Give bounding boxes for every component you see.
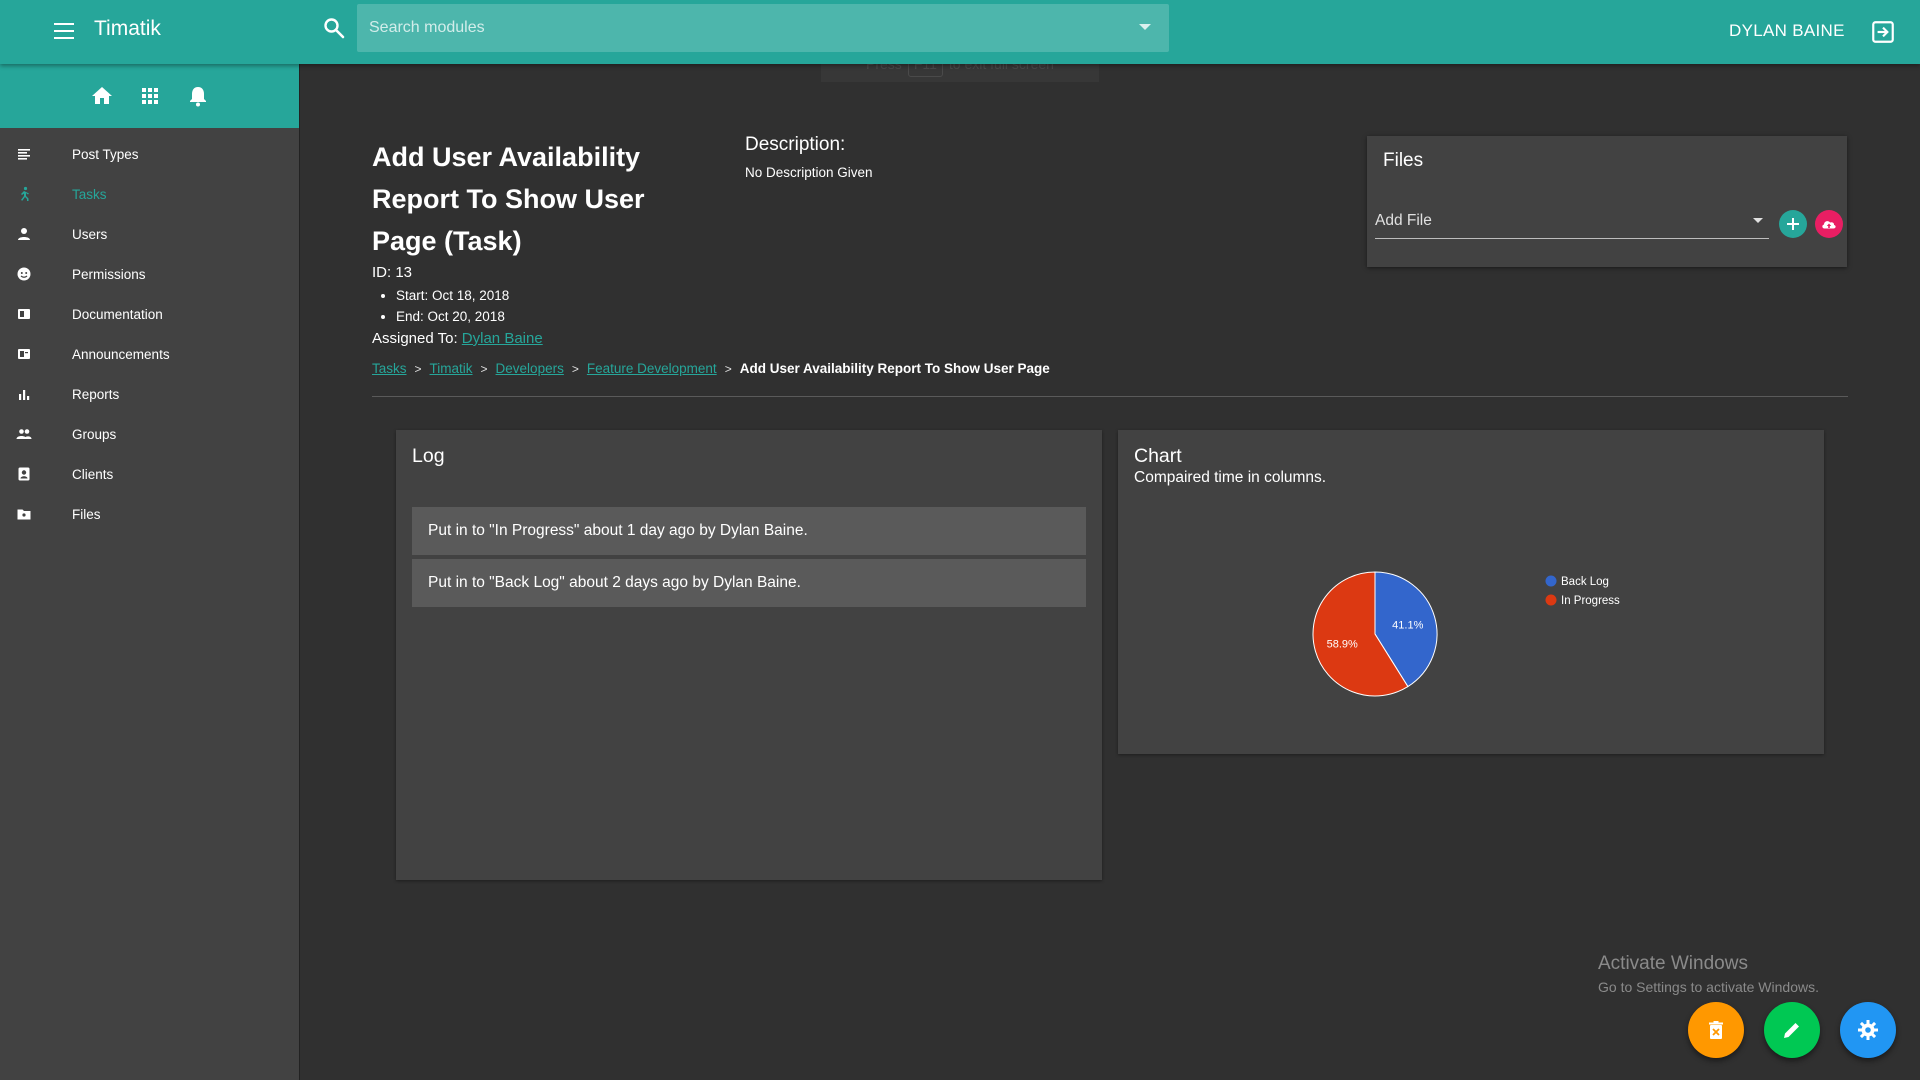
- sidebar-item-label: Post Types: [72, 146, 139, 162]
- breadcrumb-separator: >: [724, 361, 732, 376]
- cloud-upload-icon: [1822, 221, 1836, 229]
- log-entry[interactable]: Put in to "Back Log" about 2 days ago by…: [412, 559, 1086, 607]
- top-app-bar: Timatik DYLAN BAINE: [0, 0, 1920, 64]
- files-title: Files: [1383, 150, 1424, 171]
- group-icon: [16, 429, 32, 439]
- log-entry[interactable]: Put in to "In Progress" about 1 day ago …: [412, 507, 1086, 555]
- upload-file-button[interactable]: [1815, 210, 1843, 238]
- task-dates: Start: Oct 18, 2018 End: Oct 20, 2018: [372, 285, 509, 327]
- description-label: Description:: [745, 134, 846, 155]
- sidebar-nav: Post Types Tasks Users Permissions Docum…: [0, 128, 299, 534]
- pie-slice-label: 58.9%: [1327, 638, 1358, 650]
- plus-icon: [1787, 218, 1799, 230]
- book-icon: [18, 309, 30, 319]
- breadcrumb-link-tasks[interactable]: Tasks: [372, 361, 407, 376]
- sidebar-item-label: Files: [72, 506, 101, 522]
- log-title: Log: [412, 445, 445, 467]
- delete-icon: [1709, 1021, 1723, 1039]
- dropdown-icon[interactable]: [1139, 24, 1151, 30]
- bell-icon[interactable]: [186, 84, 210, 108]
- task-id: ID: 13: [372, 264, 413, 281]
- chart-card: Chart Compaired time in columns. 41.1% Ba…: [1118, 430, 1824, 754]
- sidebar-item-permissions[interactable]: Permissions: [0, 254, 299, 294]
- sidebar-item-label: Documentation: [72, 306, 163, 322]
- legend-label[interactable]: Back Log: [1561, 576, 1609, 588]
- sidebar-item-announcements[interactable]: Announcements: [0, 334, 299, 374]
- sidebar-item-label: Tasks: [72, 186, 107, 202]
- running-person-icon: [21, 186, 29, 201]
- legend-label[interactable]: In Progress: [1561, 595, 1620, 607]
- search-icon: [324, 18, 345, 39]
- assigned-to: Assigned To: Dylan Baine: [372, 330, 543, 347]
- edit-task-button[interactable]: [1764, 1002, 1820, 1058]
- home-icon[interactable]: [90, 84, 114, 108]
- bar-chart-icon: [19, 390, 30, 400]
- sidebar-item-label: Users: [72, 226, 108, 242]
- add-file-select[interactable]: Add File: [1375, 206, 1769, 239]
- delete-task-button[interactable]: [1688, 1002, 1744, 1058]
- gear-icon: [1858, 1020, 1878, 1040]
- logout-icon[interactable]: [1870, 19, 1896, 45]
- announcement-icon: [18, 349, 30, 359]
- sidebar-item-tasks[interactable]: Tasks: [0, 174, 299, 214]
- assigned-user-link[interactable]: Dylan Baine: [462, 330, 543, 347]
- breadcrumb-link-developers[interactable]: Developers: [496, 361, 564, 376]
- add-file-button[interactable]: [1779, 210, 1807, 238]
- assigned-label: Assigned To:: [372, 330, 458, 347]
- search-box: [357, 4, 1169, 52]
- sidebar-item-documentation[interactable]: Documentation: [0, 294, 299, 334]
- description-value: No Description Given: [745, 165, 873, 180]
- contact-icon: [18, 467, 30, 481]
- watermark-title: Activate Windows: [1598, 953, 1748, 974]
- files-card: Files Add File: [1367, 136, 1847, 267]
- search-input[interactable]: [357, 4, 1121, 52]
- task-settings-button[interactable]: [1840, 1002, 1896, 1058]
- sidebar-item-users[interactable]: Users: [0, 214, 299, 254]
- legend-marker: [1545, 594, 1557, 606]
- sidebar-item-label: Reports: [72, 386, 120, 402]
- menu-icon[interactable]: [50, 18, 78, 46]
- sidebar-item-groups[interactable]: Groups: [0, 414, 299, 454]
- folder-icon: [17, 509, 31, 520]
- sidebar-item-post-types[interactable]: Post Types: [0, 134, 299, 174]
- breadcrumb: Tasks > Timatik > Developers > Feature D…: [372, 361, 1050, 376]
- task-end-date: End: Oct 20, 2018: [396, 306, 509, 327]
- task-start-date: Start: Oct 18, 2018: [396, 285, 509, 306]
- add-file-placeholder: Add File: [1375, 212, 1432, 229]
- sidebar-quick-actions: [0, 64, 299, 128]
- face-icon: [17, 267, 31, 281]
- app-title[interactable]: Timatik: [94, 17, 161, 41]
- user-name[interactable]: DYLAN BAINE: [1729, 21, 1845, 41]
- legend-marker: [1545, 575, 1557, 587]
- main-content: Add User Availability Report To Show Use…: [300, 64, 1920, 1080]
- divider: [372, 396, 1848, 397]
- chevron-down-icon: [1753, 218, 1763, 223]
- sidebar-item-clients[interactable]: Clients: [0, 454, 299, 494]
- person-icon: [18, 228, 30, 240]
- watermark-subtitle: Go to Settings to activate Windows.: [1598, 979, 1819, 995]
- pencil-icon: [1784, 1023, 1799, 1038]
- sidebar-item-label: Groups: [72, 426, 117, 442]
- breadcrumb-current: Add User Availability Report To Show Use…: [739, 361, 1050, 376]
- breadcrumb-separator: >: [414, 361, 422, 376]
- sidebar-item-reports[interactable]: Reports: [0, 374, 299, 414]
- pie-slice-label: 41.1%: [1392, 620, 1423, 632]
- sidebar: Post Types Tasks Users Permissions Docum…: [0, 64, 300, 1080]
- task-title: Add User Availability Report To Show Use…: [372, 142, 645, 256]
- apps-grid-icon[interactable]: [138, 84, 162, 108]
- sidebar-item-label: Clients: [72, 466, 114, 482]
- breadcrumb-link-feature-development[interactable]: Feature Development: [587, 361, 717, 376]
- log-list: Put in to "In Progress" about 1 day ago …: [412, 507, 1086, 611]
- windows-activation-watermark: Activate Windows Go to Settings to activ…: [1598, 953, 1819, 995]
- sidebar-item-label: Permissions: [72, 266, 146, 282]
- pie-chart: 41.1% Back Log 58.9% In Progress: [1312, 571, 1620, 697]
- sidebar-item-files[interactable]: Files: [0, 494, 299, 534]
- sidebar-item-label: Announcements: [72, 346, 170, 362]
- breadcrumb-separator: >: [571, 361, 579, 376]
- breadcrumb-separator: >: [480, 361, 488, 376]
- log-card: Log Put in to "In Progress" about 1 day …: [396, 430, 1102, 880]
- breadcrumb-link-timatik[interactable]: Timatik: [430, 361, 473, 376]
- list-icon: [18, 149, 30, 160]
